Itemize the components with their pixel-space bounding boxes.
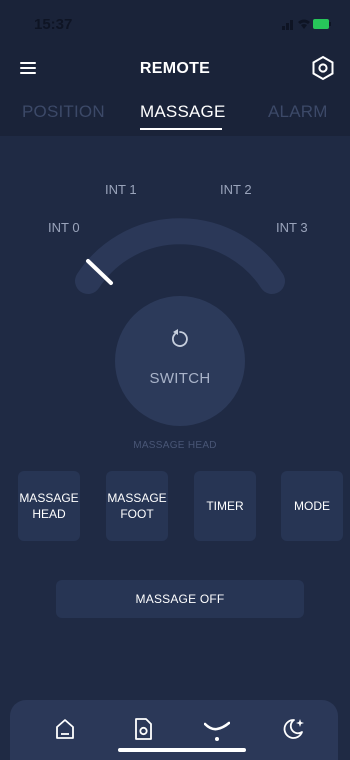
massage-off-button[interactable]: MASSAGE OFF: [56, 580, 304, 618]
timer-button[interactable]: TIMER: [194, 471, 256, 541]
sleep-icon[interactable]: [280, 716, 306, 742]
switch-button[interactable]: SWITCH: [115, 296, 245, 426]
home-icon[interactable]: [52, 716, 78, 742]
massage-foot-button[interactable]: MASSAGE FOOT: [106, 471, 168, 541]
remote-icon[interactable]: [130, 716, 156, 742]
mode-button[interactable]: MODE: [281, 471, 343, 541]
current-mode-caption: MASSAGE HEAD: [133, 440, 217, 451]
refresh-icon: [172, 329, 188, 347]
bed-icon[interactable]: [204, 716, 230, 742]
home-indicator: [118, 748, 246, 752]
switch-label: SWITCH: [149, 370, 211, 387]
massage-head-button[interactable]: MASSAGE HEAD: [18, 471, 80, 541]
